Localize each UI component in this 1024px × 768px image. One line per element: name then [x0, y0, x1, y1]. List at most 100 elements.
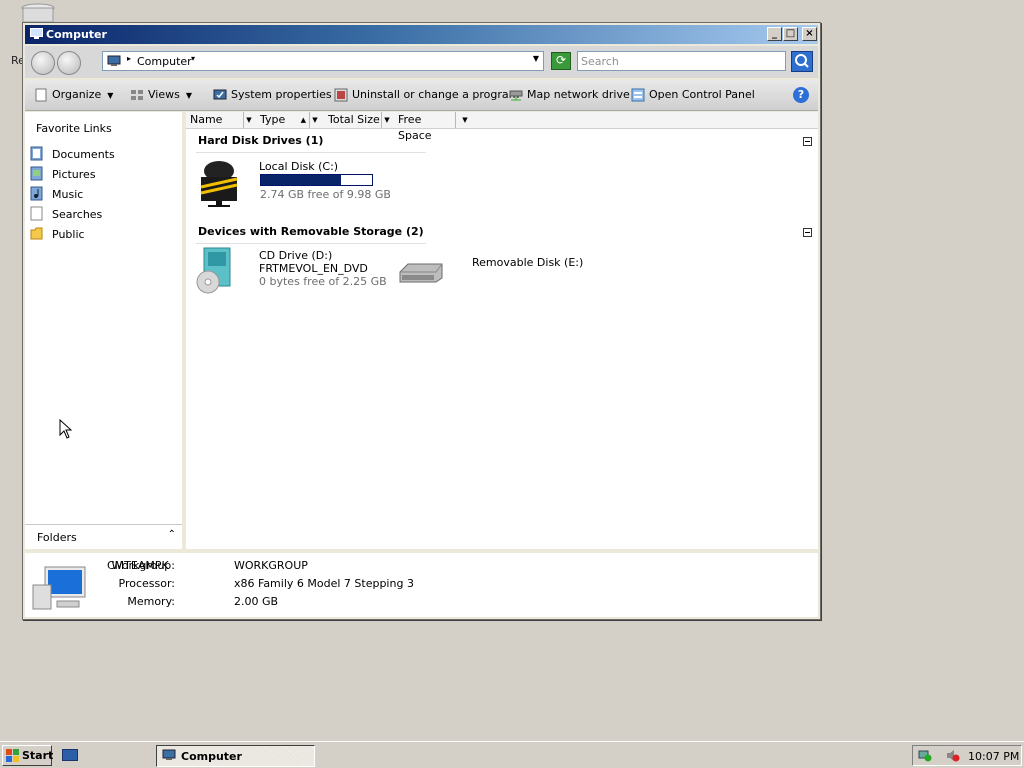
close-button[interactable]: ×	[802, 27, 817, 41]
content-pane: Name ▼ Type ▲ ▼ Total Size ▼ Free Space ▼…	[186, 112, 818, 549]
windows-logo-icon	[6, 749, 19, 762]
folders-label: Folders	[37, 531, 77, 544]
chevron-down-icon[interactable]: ▼	[244, 113, 254, 127]
column-header-free-space[interactable]: Free Space	[394, 112, 456, 142]
removable-disk-icon	[399, 263, 443, 283]
explorer-window: Computer _ □ × ▸ Computer ▾ ▼ ⟳ Orga	[22, 22, 821, 620]
computer-icon	[30, 28, 43, 39]
chevron-down-icon[interactable]: ▼	[310, 113, 320, 127]
organize-button[interactable]: Organize ▼	[34, 88, 113, 102]
notification-area: 10:07 PM	[912, 745, 1022, 766]
search-input[interactable]	[577, 51, 786, 71]
details-pane: CMTEAMPK Workgroup: WORKGROUP Processor:…	[25, 553, 818, 617]
drive-item-removable-disk-e[interactable]: Removable Disk (E:)	[396, 246, 583, 306]
map-network-drive-button[interactable]: Map network drive	[509, 88, 630, 102]
sidebar-item-label: Documents	[52, 148, 115, 161]
minimize-button[interactable]: _	[767, 27, 782, 41]
help-button[interactable]: ?	[793, 87, 809, 103]
taskbar-button-computer[interactable]: Computer	[156, 745, 315, 767]
column-headers: Name ▼ Type ▲ ▼ Total Size ▼ Free Space ▼	[186, 112, 818, 142]
drive-free-space: 2.74 GB free of 9.98 GB	[260, 188, 391, 201]
chevron-down-icon: ▼	[107, 91, 114, 100]
system-properties-button[interactable]: System properties	[213, 88, 332, 102]
network-status-icon[interactable]	[918, 749, 932, 762]
address-row: ▸ Computer ▾ ▼ ⟳	[25, 46, 818, 78]
disk-usage-bar	[260, 174, 373, 186]
maximize-button[interactable]: □	[783, 27, 798, 41]
forward-button[interactable]	[57, 51, 81, 75]
views-button[interactable]: Views ▼	[130, 88, 192, 102]
network-drive-icon	[509, 90, 523, 101]
computer-icon	[107, 55, 121, 66]
processor-label: Processor:	[118, 577, 176, 590]
folders-toggle[interactable]: Folders ⌃	[25, 524, 182, 549]
pictures-icon	[30, 166, 43, 181]
music-icon	[30, 186, 43, 201]
sidebar-item-label: Pictures	[52, 168, 96, 181]
views-icon	[131, 90, 143, 100]
taskbar-button-label: Computer	[181, 750, 242, 763]
drive-item-local-disk-c[interactable]: Local Disk (C:) 2.74 GB free of 9.98 GB	[196, 157, 391, 217]
address-bar[interactable]: ▸ Computer ▾ ▼	[102, 51, 544, 71]
drive-volume-label: FRTMEVOL_EN_DVD	[259, 262, 368, 275]
chevron-down-icon[interactable]: ▼	[382, 113, 392, 127]
computer-icon	[32, 566, 86, 610]
volume-muted-icon[interactable]	[946, 749, 960, 762]
command-bar: Organize ▼ Views ▼ System properties Unins…	[25, 80, 818, 111]
memory-value: 2.00 GB	[234, 595, 279, 608]
chevron-up-icon: ⌃	[167, 529, 176, 540]
column-header-total-size[interactable]: Total Size	[324, 112, 382, 128]
search-button[interactable]	[791, 51, 813, 72]
column-header-name[interactable]: Name	[186, 112, 244, 128]
start-label: Start	[22, 749, 54, 762]
programs-icon	[334, 88, 348, 102]
drive-name: Local Disk (C:)	[259, 160, 339, 173]
search-icon	[795, 54, 809, 68]
uninstall-program-button[interactable]: Uninstall or change a program	[334, 88, 519, 102]
hard-disk-icon	[200, 161, 238, 207]
drive-name: CD Drive (D:)	[259, 249, 333, 262]
group-divider	[196, 243, 426, 244]
recycle-bin-icon[interactable]	[20, 2, 56, 22]
collapse-icon[interactable]	[803, 228, 812, 237]
column-header-type[interactable]: Type ▲	[256, 112, 310, 128]
breadcrumb-computer[interactable]: Computer	[137, 55, 192, 68]
title-bar[interactable]: Computer _ □ ×	[25, 25, 818, 44]
address-dropdown-icon[interactable]: ▼	[533, 54, 539, 63]
system-properties-icon	[213, 89, 227, 100]
mouse-cursor-icon	[59, 419, 72, 439]
collapse-icon[interactable]	[803, 137, 812, 146]
clock[interactable]: 10:07 PM	[968, 750, 1019, 763]
start-button[interactable]: Start	[2, 745, 54, 766]
sort-ascending-icon: ▲	[300, 116, 306, 124]
workgroup-value: WORKGROUP	[234, 559, 308, 572]
refresh-button[interactable]: ⟳	[551, 52, 571, 70]
chevron-down-icon[interactable]: ▼	[460, 113, 470, 127]
processor-value: x86 Family 6 Model 7 Stepping 3	[234, 577, 414, 590]
chevron-right-icon[interactable]: ▸	[127, 54, 131, 63]
show-desktop-icon[interactable]	[62, 749, 78, 761]
navigation-pane: Favorite Links Documents Pictures Music …	[25, 112, 182, 549]
window-title: Computer	[46, 28, 107, 41]
back-button[interactable]	[31, 51, 55, 75]
drive-item-cd-drive-d[interactable]: CD Drive (D:) FRTMEVOL_EN_DVD 0 bytes fr…	[196, 246, 387, 322]
favorite-links-heading: Favorite Links	[36, 122, 112, 135]
chevron-down-icon: ▼	[185, 91, 192, 100]
documents-icon	[30, 146, 43, 161]
public-folder-icon	[30, 227, 43, 240]
memory-label: Memory:	[127, 595, 175, 608]
searches-icon	[30, 206, 43, 221]
disk-usage-fill	[261, 175, 342, 185]
organize-icon	[35, 88, 47, 102]
drive-name: Removable Disk (E:)	[472, 256, 584, 269]
group-header-hard-disk-drives[interactable]: Hard Disk Drives (1)	[198, 134, 323, 147]
group-divider	[196, 152, 426, 153]
dvd-drive-icon	[196, 247, 231, 294]
computer-icon	[162, 749, 176, 760]
workgroup-label: Workgroup:	[111, 559, 175, 572]
group-header-removable-storage[interactable]: Devices with Removable Storage (2)	[198, 225, 424, 238]
chevron-down-icon[interactable]: ▾	[191, 54, 195, 63]
drive-free-space: 0 bytes free of 2.25 GB	[259, 275, 387, 288]
control-panel-icon	[631, 88, 645, 102]
open-control-panel-button[interactable]: Open Control Panel	[631, 88, 755, 102]
